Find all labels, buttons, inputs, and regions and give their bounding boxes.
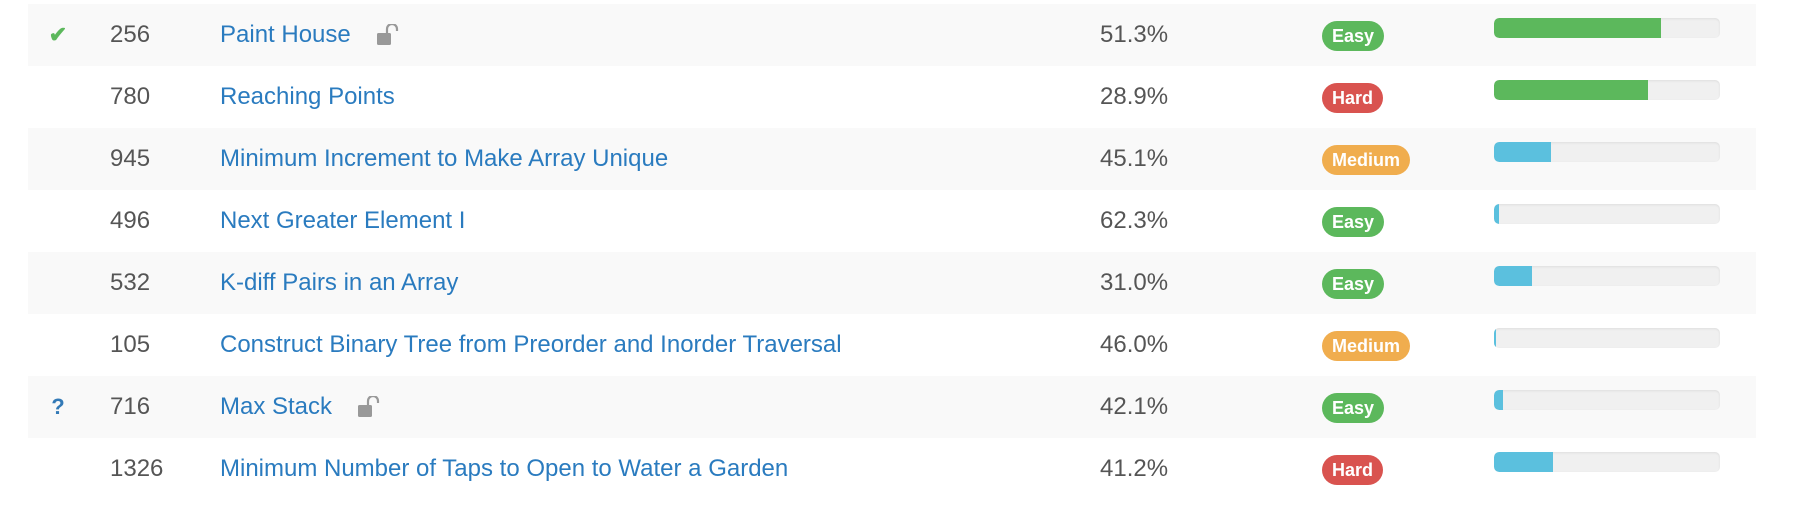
difficulty-badge: Easy — [1322, 393, 1385, 423]
frequency-bar — [1494, 204, 1720, 224]
problem-title-link[interactable]: Minimum Increment to Make Array Unique — [220, 145, 668, 173]
problem-number: 532 — [110, 269, 151, 296]
difficulty-badge: Hard — [1322, 455, 1384, 485]
problem-title-cell: Max Stack — [220, 393, 382, 421]
acceptance-rate: 46.0% — [1100, 331, 1169, 358]
frequency-bar — [1494, 328, 1720, 348]
table-row[interactable]: ✔ 256 Paint House 51.3% Easy — [28, 4, 1756, 66]
problem-number: 945 — [110, 145, 151, 172]
table-row[interactable]: ? 716 Max Stack 42.1% Easy — [28, 376, 1756, 438]
problem-title-link[interactable]: Construct Binary Tree from Preorder and … — [220, 331, 842, 359]
acceptance-rate: 45.1% — [1100, 145, 1169, 172]
frequency-bar — [1494, 80, 1720, 100]
unlock-icon — [358, 396, 382, 418]
problem-number: 716 — [110, 393, 151, 420]
problem-title-cell: Minimum Number of Taps to Open to Water … — [220, 455, 788, 483]
frequency-bar-fill — [1494, 80, 1648, 100]
difficulty-badge: Easy — [1322, 21, 1385, 51]
problem-number: 496 — [110, 207, 151, 234]
unlock-icon — [376, 24, 401, 46]
problem-title-cell: Minimum Increment to Make Array Unique — [220, 145, 668, 173]
table-row[interactable]: 1326 Minimum Number of Taps to Open to W… — [28, 438, 1756, 500]
frequency-bar-fill — [1494, 142, 1551, 162]
status-cell — [38, 128, 78, 190]
problem-title-link[interactable]: K-diff Pairs in an Array — [220, 269, 458, 297]
problem-number: 256 — [110, 21, 151, 48]
difficulty-badge: Medium — [1322, 145, 1411, 175]
difficulty-badge: Medium — [1322, 331, 1411, 361]
frequency-bar-fill — [1494, 452, 1553, 472]
problem-title-link[interactable]: Minimum Number of Taps to Open to Water … — [220, 455, 788, 483]
acceptance-rate: 51.3% — [1100, 21, 1169, 48]
frequency-bar-fill — [1494, 390, 1504, 410]
frequency-bar — [1494, 266, 1720, 286]
attempted-question-icon: ? — [51, 394, 65, 419]
problem-title-link[interactable]: Paint House — [220, 21, 351, 49]
difficulty-badge: Hard — [1322, 83, 1384, 113]
frequency-bar-fill — [1494, 204, 1499, 224]
frequency-bar — [1494, 142, 1720, 162]
status-cell — [38, 314, 78, 376]
frequency-bar — [1494, 390, 1720, 410]
acceptance-rate: 42.1% — [1100, 393, 1169, 420]
table-row[interactable]: 532 K-diff Pairs in an Array 31.0% Easy — [28, 252, 1756, 314]
problem-title-cell: Paint House — [220, 21, 401, 49]
problem-title-cell: Next Greater Element I — [220, 207, 465, 235]
frequency-bar — [1494, 452, 1720, 472]
problem-title-link[interactable]: Reaching Points — [220, 83, 395, 111]
problem-number: 1326 — [110, 455, 164, 482]
problem-title-cell: K-diff Pairs in an Array — [220, 269, 458, 297]
problem-title-link[interactable]: Next Greater Element I — [220, 207, 465, 235]
table-row[interactable]: 105 Construct Binary Tree from Preorder … — [28, 314, 1756, 376]
table-row[interactable]: 780 Reaching Points 28.9% Hard — [28, 66, 1756, 128]
difficulty-badge: Easy — [1322, 207, 1385, 237]
status-cell — [38, 66, 78, 128]
status-cell — [38, 190, 78, 252]
problem-title-cell: Construct Binary Tree from Preorder and … — [220, 331, 842, 359]
problem-table: ✔ 256 Paint House 51.3% Easy 780 Reachin… — [28, 4, 1756, 500]
problem-title-link[interactable]: Max Stack — [220, 393, 332, 421]
problem-number: 105 — [110, 331, 151, 358]
table-row[interactable]: 496 Next Greater Element I 62.3% Easy — [28, 190, 1756, 252]
status-cell — [38, 252, 78, 314]
problem-number: 780 — [110, 83, 151, 110]
status-cell — [38, 438, 78, 500]
acceptance-rate: 31.0% — [1100, 269, 1169, 296]
problem-title-cell: Reaching Points — [220, 83, 395, 111]
difficulty-badge: Easy — [1322, 269, 1385, 299]
acceptance-rate: 62.3% — [1100, 207, 1169, 234]
acceptance-rate: 41.2% — [1100, 455, 1169, 482]
frequency-bar-fill — [1494, 18, 1662, 38]
frequency-bar — [1494, 18, 1720, 38]
frequency-bar-fill — [1494, 266, 1533, 286]
frequency-bar-fill — [1494, 328, 1497, 348]
table-row[interactable]: 945 Minimum Increment to Make Array Uniq… — [28, 128, 1756, 190]
acceptance-rate: 28.9% — [1100, 83, 1169, 110]
solved-check-icon: ✔ — [48, 22, 68, 47]
